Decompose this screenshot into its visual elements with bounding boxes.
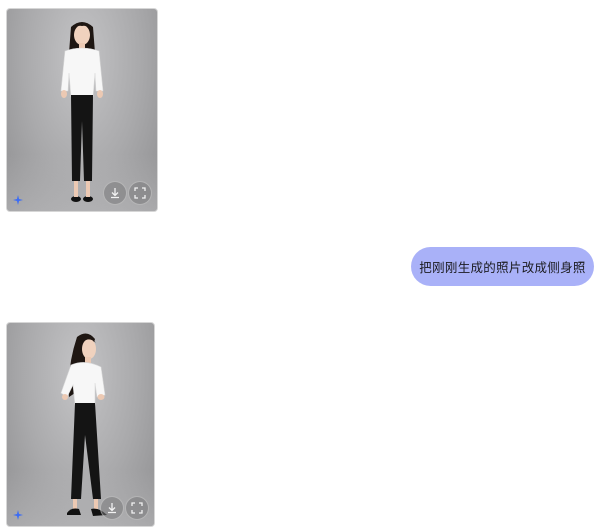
user-message-bubble: 把刚刚生成的照片改成侧身照 (411, 247, 594, 286)
sparkle-icon (13, 195, 23, 205)
fullscreen-button[interactable] (128, 181, 152, 205)
download-button[interactable] (103, 181, 127, 205)
download-icon (108, 503, 116, 514)
download-button[interactable] (100, 496, 124, 520)
sparkle-icon (13, 510, 23, 520)
generated-image-front[interactable] (6, 8, 158, 212)
download-icon (111, 188, 119, 199)
woman-front-figure (60, 22, 104, 202)
chat-thread: 把刚刚生成的照片改成侧身照 (0, 0, 602, 531)
woman-side-figure (60, 333, 107, 516)
fullscreen-icon (131, 502, 143, 514)
generated-image-side[interactable] (6, 322, 155, 527)
fullscreen-icon (134, 187, 146, 199)
fullscreen-button[interactable] (125, 496, 149, 520)
